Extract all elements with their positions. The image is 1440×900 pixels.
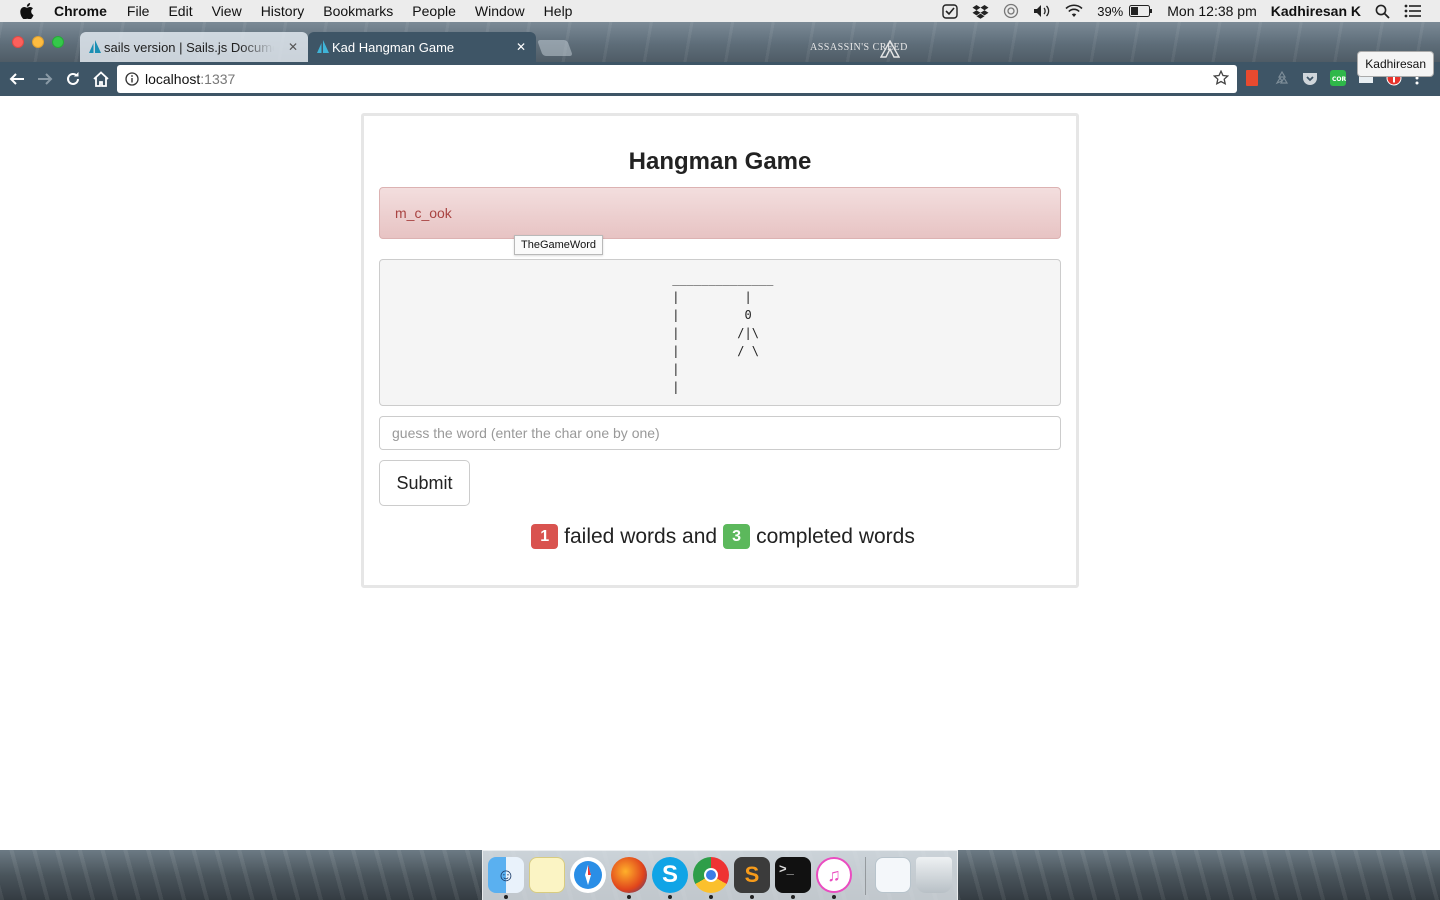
notification-center-icon[interactable] <box>1404 4 1422 18</box>
checkmark-status-icon[interactable] <box>942 3 958 19</box>
skype-icon[interactable]: S <box>652 857 688 893</box>
assassins-creed-emblem-icon <box>879 39 901 63</box>
guess-input[interactable] <box>379 416 1061 450</box>
chrome-icon[interactable] <box>693 857 729 893</box>
home-icon[interactable] <box>92 70 110 88</box>
hangman-drawing-well: ______________ | | | 0 | /|\ | / \ | | <box>379 259 1061 406</box>
window-close-button[interactable] <box>12 36 24 48</box>
dock-separator <box>865 857 866 895</box>
macos-dock: ☺ S S >_ ♫ <box>482 850 958 900</box>
failed-label: failed words and <box>564 524 718 548</box>
forward-arrow-icon[interactable] <box>36 70 54 88</box>
running-indicator <box>750 895 754 899</box>
sails-favicon-icon <box>88 40 102 54</box>
tab-title: Kad Hangman Game <box>332 39 455 55</box>
completed-label: completed words <box>756 524 915 548</box>
menu-app-name[interactable]: Chrome <box>54 3 107 19</box>
cors-extension-icon[interactable]: CORS <box>1330 70 1350 86</box>
window-minimize-button[interactable] <box>32 36 44 48</box>
failed-count-badge: 1 <box>531 524 559 549</box>
bookmark-star-icon[interactable] <box>1212 69 1230 89</box>
trash-icon[interactable] <box>916 857 952 893</box>
address-bar[interactable]: localhost :1337 <box>117 65 1237 93</box>
battery-icon[interactable] <box>1129 5 1153 17</box>
battery-percent: 39% <box>1097 3 1124 19</box>
menu-window[interactable]: Window <box>475 3 525 19</box>
status-menus: 39% Mon 12:38 pm Kadhiresan K <box>942 0 1422 22</box>
game-word-display: m_c_ook <box>379 187 1061 239</box>
window-controls <box>12 36 64 48</box>
completed-count-badge: 3 <box>723 524 751 549</box>
new-tab-button[interactable] <box>537 40 573 56</box>
running-indicator <box>832 895 836 899</box>
running-indicator <box>709 895 713 899</box>
menu-help[interactable]: Help <box>544 3 573 19</box>
spotlight-search-icon[interactable] <box>1375 4 1390 19</box>
page-title: Hangman Game <box>628 148 812 175</box>
window-fullscreen-button[interactable] <box>52 36 64 48</box>
menu-edit[interactable]: Edit <box>168 3 192 19</box>
sails-favicon-icon <box>316 40 330 54</box>
browser-toolbar: localhost :1337 CORS <box>0 62 1440 96</box>
tab-sails-docs[interactable]: sails version | Sails.js Docume ✕ <box>80 32 308 62</box>
site-info-icon[interactable] <box>125 72 139 86</box>
safari-icon[interactable] <box>570 857 606 893</box>
menubar-clock[interactable]: Mon 12:38 pm <box>1167 3 1257 19</box>
game-word-tooltip: TheGameWord <box>514 235 603 255</box>
menu-bookmarks[interactable]: Bookmarks <box>323 3 393 19</box>
menu-file[interactable]: File <box>127 3 150 19</box>
document-icon[interactable] <box>875 857 911 893</box>
running-indicator <box>627 895 631 899</box>
profile-button[interactable]: Kadhiresan <box>1357 51 1434 77</box>
finder-icon[interactable]: ☺ <box>488 857 524 893</box>
firefox-icon[interactable] <box>611 857 647 893</box>
recycle-extension-icon[interactable] <box>1274 70 1290 86</box>
airplay-icon[interactable] <box>1003 3 1019 19</box>
page-viewport: Hangman Game m_c_ook TheGameWord _______… <box>0 96 1440 850</box>
apple-icon[interactable] <box>20 3 38 19</box>
running-indicator <box>791 895 795 899</box>
wifi-icon[interactable] <box>1065 4 1083 18</box>
back-arrow-icon[interactable] <box>8 70 26 88</box>
pocket-icon[interactable] <box>1302 70 1318 86</box>
hangman-ascii-art: ______________ | | | 0 | /|\ | / \ | | <box>672 272 774 394</box>
running-indicator <box>504 895 508 899</box>
tab-hangman-game[interactable]: Kad Hangman Game ✕ <box>308 32 536 62</box>
menu-people[interactable]: People <box>412 3 456 19</box>
score-summary: 1 failed words and 3 completed words <box>364 524 1076 549</box>
reload-icon[interactable] <box>64 70 82 88</box>
url-port: :1337 <box>200 71 236 87</box>
svg-text:CORS: CORS <box>1332 76 1346 83</box>
notes-icon[interactable] <box>529 857 565 893</box>
macos-menubar: Chrome File Edit View History Bookmarks … <box>0 0 1440 22</box>
menubar-user[interactable]: Kadhiresan K <box>1271 3 1361 19</box>
bookmark-extension-icon[interactable] <box>1246 70 1258 86</box>
terminal-icon[interactable]: >_ <box>775 857 811 893</box>
tab-close-icon[interactable]: ✕ <box>288 40 298 54</box>
sublime-icon[interactable]: S <box>734 857 770 893</box>
tab-close-icon[interactable]: ✕ <box>516 40 526 54</box>
running-indicator <box>668 895 672 899</box>
menu-view[interactable]: View <box>212 3 242 19</box>
volume-icon[interactable] <box>1033 4 1051 18</box>
itunes-icon[interactable]: ♫ <box>816 857 852 893</box>
url-host: localhost <box>145 71 201 87</box>
hangman-card: Hangman Game m_c_ook TheGameWord _______… <box>361 113 1079 588</box>
tab-title: sails version | Sails.js Docume <box>104 39 274 55</box>
dropbox-icon[interactable] <box>972 4 989 19</box>
menu-history[interactable]: History <box>261 3 305 19</box>
submit-button[interactable]: Submit <box>379 460 470 506</box>
browser-tab-strip: sails version | Sails.js Docume ✕ Kad Ha… <box>0 22 1440 77</box>
